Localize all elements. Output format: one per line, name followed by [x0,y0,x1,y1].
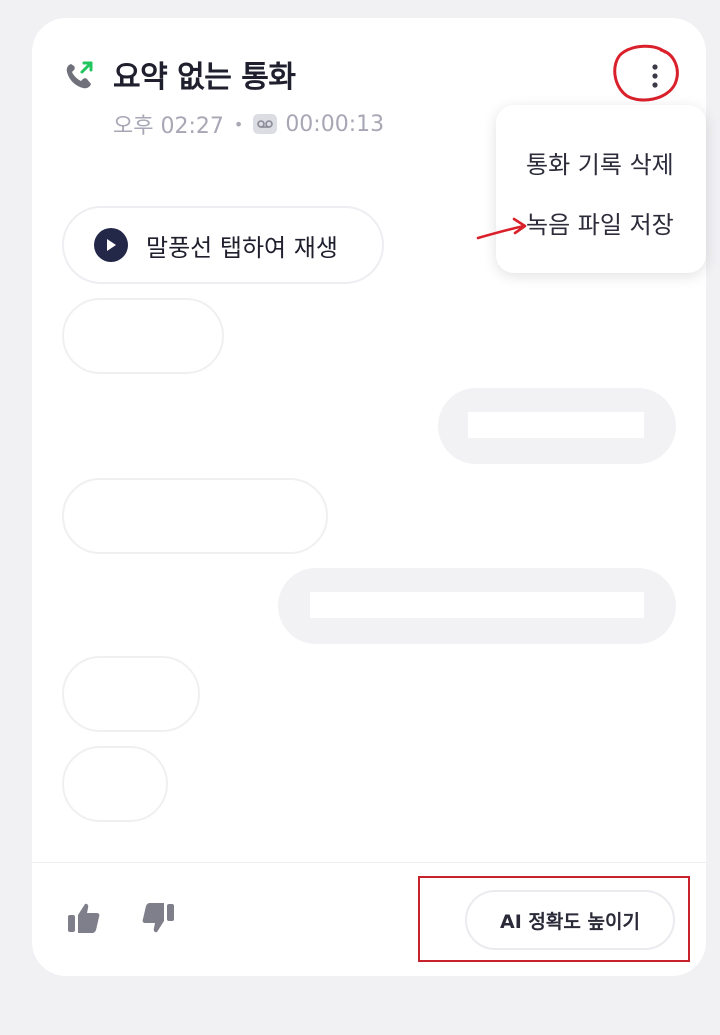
play-bubble[interactable]: 말풍선 탭하여 재생 [62,206,384,284]
menu-item-delete-call-record[interactable]: 통화 기록 삭제 [526,145,674,180]
transcript-bubble[interactable] [62,656,200,732]
voicemail-icon [253,114,278,134]
menu-item-save-recording[interactable]: 녹음 파일 저장 [526,205,674,240]
transcript-bubble[interactable] [62,746,168,822]
improve-ai-accuracy-button[interactable]: AI 정확도 높이기 [465,890,675,950]
transcript-bubble[interactable] [62,478,328,554]
thumbs-down-icon[interactable] [140,900,176,936]
outgoing-call-icon [66,61,93,89]
call-time: 오후 02:27 [113,114,224,139]
transcript-bubble[interactable] [62,298,224,374]
play-label: 말풍선 탭하여 재생 [146,233,338,262]
options-menu: 통화 기록 삭제 녹음 파일 저장 [496,105,706,273]
more-options-button[interactable] [630,56,680,96]
call-meta: 오후 02:27 • 00:00:13 [113,108,384,140]
redaction-mask [310,592,644,618]
redaction-mask [468,412,644,438]
play-icon [94,228,128,262]
footer-divider [32,862,706,863]
meta-separator: • [233,114,244,134]
more-vertical-icon [652,64,658,88]
thumbs-up-icon[interactable] [66,900,102,936]
call-title: 요약 없는 통화 [113,60,296,95]
call-duration: 00:00:13 [285,111,385,137]
